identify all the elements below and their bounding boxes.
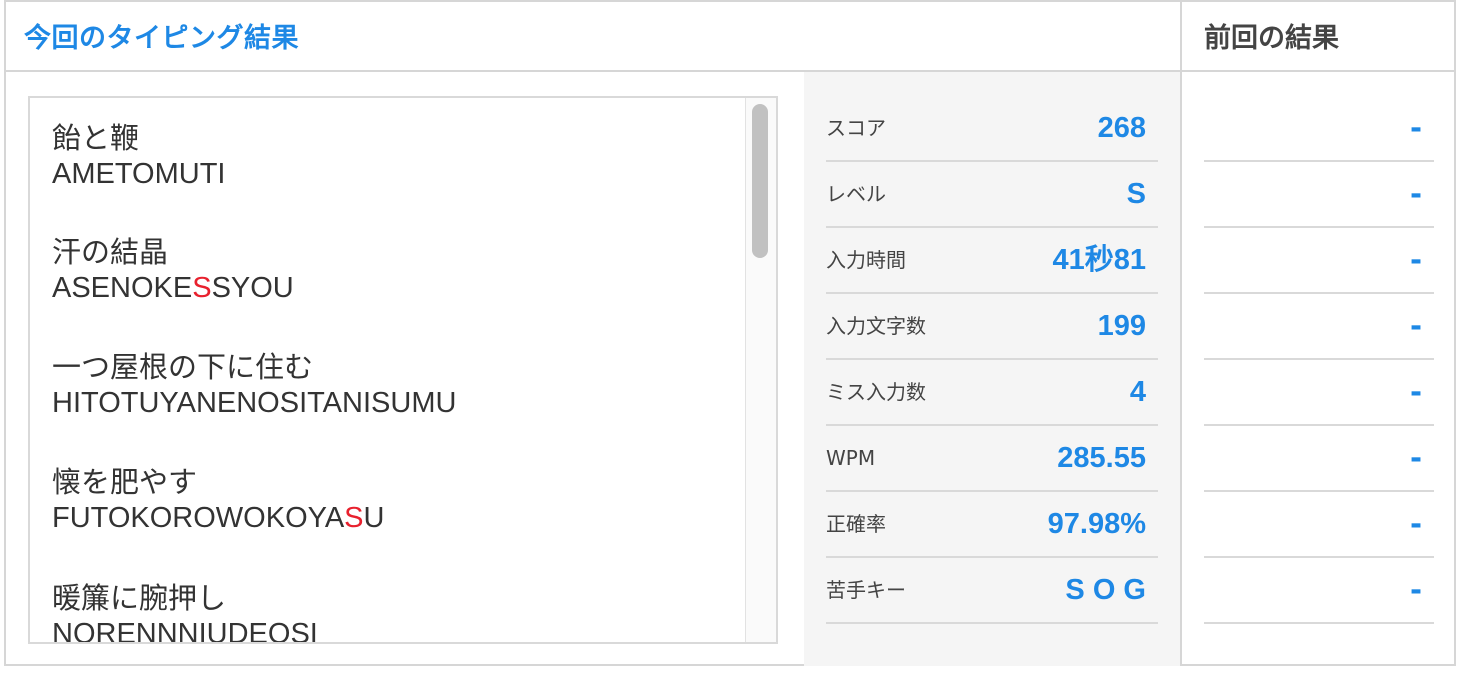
current-results-title: 今回のタイピング結果 [24,23,299,54]
stat-value: 268 [1097,112,1146,144]
stat-label: 苦手キー [826,578,906,602]
word-list-scrollbar[interactable] [745,98,776,642]
prev-value: - [1409,111,1422,145]
stat-label: 入力文字数 [826,314,926,338]
word-japanese: 一つ屋根の下に住む [52,350,314,384]
typed-word-list[interactable]: 飴と鞭 AMETOMUTI 汗の結晶 ASENOKESSYOU 一つ屋根の下に住… [28,96,778,644]
stat-value: 4 [1129,376,1146,408]
stat-value: 199 [1097,310,1146,342]
current-results-header: 今回のタイピング結果 [6,2,1180,72]
stat-row-accuracy: 正確率 97.98% [826,492,1158,558]
stat-row-level: レベル S [826,162,1158,228]
word-romaji: HITOTUYANENOSITANISUMU [52,387,457,419]
prev-row: - [1204,162,1434,228]
stat-row-score: スコア 268 [826,96,1158,162]
stat-value: S O G [1065,574,1146,606]
column-divider [1180,0,1182,666]
stat-label: ミス入力数 [826,380,926,404]
missed-char: S [344,502,364,534]
stat-row-weak-keys: 苦手キー S O G [826,558,1158,624]
previous-results-header: 前回の結果 [1182,2,1454,72]
prev-row: - [1204,294,1434,360]
stat-value: S [1126,178,1146,210]
word-japanese: 飴と鞭 [52,121,140,155]
prev-value: - [1409,573,1422,607]
stat-row-char-count: 入力文字数 199 [826,294,1158,360]
stat-value: 97.98% [1047,508,1146,540]
stat-row-time: 入力時間 41秒81 [826,228,1158,294]
prev-row: - [1204,96,1434,162]
prev-value: - [1409,243,1422,277]
prev-value: - [1409,441,1422,475]
prev-value: - [1409,507,1422,541]
word-item: 懐を肥やす FUTOKOROWOKOYASU [52,464,384,536]
prev-value: - [1409,177,1422,211]
prev-value: - [1409,375,1422,409]
word-item: 汗の結晶 ASENOKESSYOU [52,234,294,306]
stat-label: スコア [826,116,886,140]
prev-row: - [1204,426,1434,492]
missed-char: S [192,272,212,304]
scrollbar-thumb[interactable] [752,104,768,258]
previous-results-title: 前回の結果 [1204,23,1339,54]
word-item: 一つ屋根の下に住む HITOTUYANENOSITANISUMU [52,349,456,421]
stat-value: 41秒81 [1052,244,1146,276]
stat-row-wpm: WPM 285.55 [826,426,1158,492]
word-romaji: NORENNNIUDEOSI [52,618,318,644]
stat-value: 285.55 [1057,442,1146,474]
stat-label: 正確率 [826,512,886,536]
prev-row: - [1204,558,1434,624]
stat-label: レベル [826,182,886,206]
stat-label: 入力時間 [826,248,906,272]
prev-value: - [1409,309,1422,343]
word-item: 飴と鞭 AMETOMUTI [52,120,225,192]
word-romaji: FUTOKOROWOKOYASU [52,502,385,534]
word-item: 暖簾に腕押し NORENNNIUDEOSI [52,580,318,644]
word-japanese: 懐を肥やす [52,465,198,499]
prev-row: - [1204,492,1434,558]
prev-row: - [1204,228,1434,294]
word-romaji: AMETOMUTI [52,158,226,190]
word-japanese: 暖簾に腕押し [52,581,227,615]
word-romaji: ASENOKESSYOU [52,272,294,304]
stat-row-miss-count: ミス入力数 4 [826,360,1158,426]
word-japanese: 汗の結晶 [52,235,169,269]
stat-label: WPM [826,446,876,470]
prev-row: - [1204,360,1434,426]
